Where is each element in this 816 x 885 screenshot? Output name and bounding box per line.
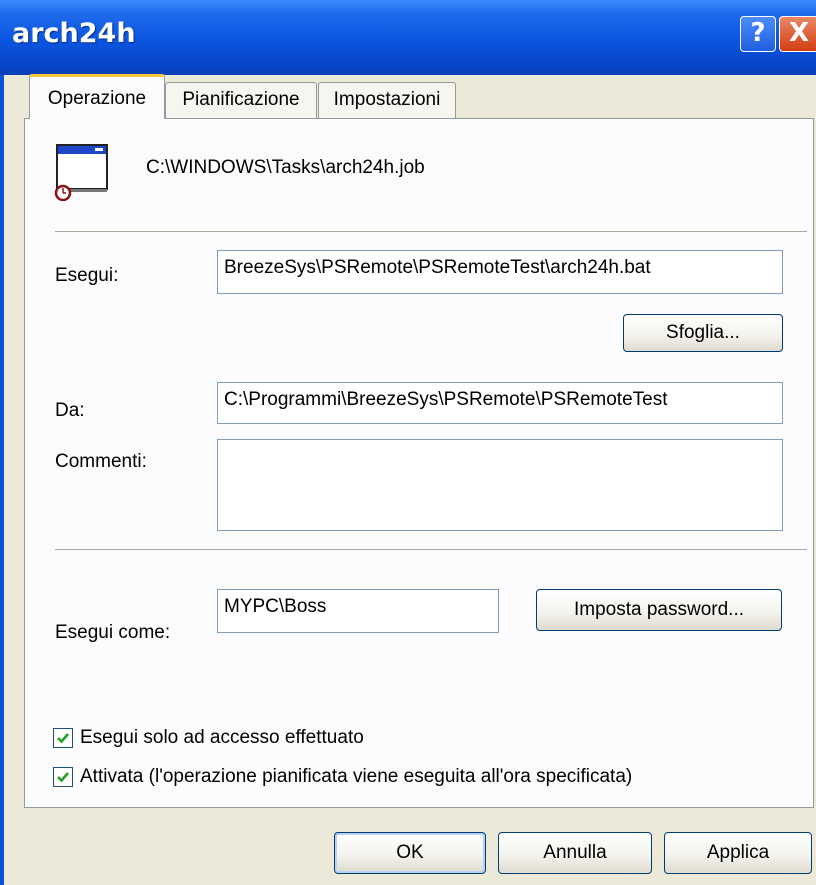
properties-dialog: arch24h ? X Operazione Pianificazione Im… [0,0,816,885]
comments-label: Commenti: [55,451,147,472]
run-as-label: Esegui come: [55,622,171,643]
option-enabled[interactable]: Attivata (l'operazione pianificata viene… [53,764,793,790]
help-button[interactable]: ? [740,16,776,52]
run-input[interactable]: BreezeSys\PSRemote\PSRemoteTest\arch24h.… [217,250,783,294]
run-label: Esegui: [55,265,119,286]
comments-textarea[interactable] [217,439,783,531]
scheduled-task-icon [51,141,111,202]
tab-impostazioni[interactable]: Impostazioni [318,82,456,118]
run-as-input[interactable]: MYPC\Boss [217,589,499,633]
start-in-label: Da: [55,400,85,421]
tab-pianificazione[interactable]: Pianificazione [165,82,317,118]
separator [55,549,807,553]
tab-panel: C:\WINDOWS\Tasks\arch24h.job Esegui: Bre… [24,118,814,808]
check-icon [57,772,69,783]
apply-button[interactable]: Applica [664,832,812,874]
ok-button[interactable]: OK [334,832,486,874]
tab-label: Pianificazione [182,89,300,110]
close-button[interactable]: X [779,16,816,52]
window-frame [0,75,4,885]
option-label: Esegui solo ad accesso effettuato [80,727,364,748]
title-bar[interactable]: arch24h ? X [0,0,816,75]
separator [55,231,807,235]
checkbox-enabled[interactable] [53,767,73,787]
check-icon [57,733,69,744]
option-label: Attivata (l'operazione pianificata viene… [80,766,633,787]
task-file-path: C:\WINDOWS\Tasks\arch24h.job [146,157,425,178]
cancel-button[interactable]: Annulla [498,832,652,874]
tab-operazione[interactable]: Operazione [29,74,165,119]
close-icon: X [788,18,810,48]
checkbox-run-only-logged-on[interactable] [53,728,73,748]
tab-label: Operazione [47,88,147,109]
window-title: arch24h [12,18,136,49]
tab-label: Impostazioni [333,89,441,110]
start-in-input[interactable]: C:\Programmi\BreezeSys\PSRemote\PSRemote… [217,382,783,424]
set-password-button[interactable]: Imposta password... [536,589,782,631]
help-icon: ? [750,18,766,48]
option-run-only-logged-on[interactable]: Esegui solo ad accesso effettuato [53,725,453,751]
browse-button[interactable]: Sfoglia... [623,314,783,352]
